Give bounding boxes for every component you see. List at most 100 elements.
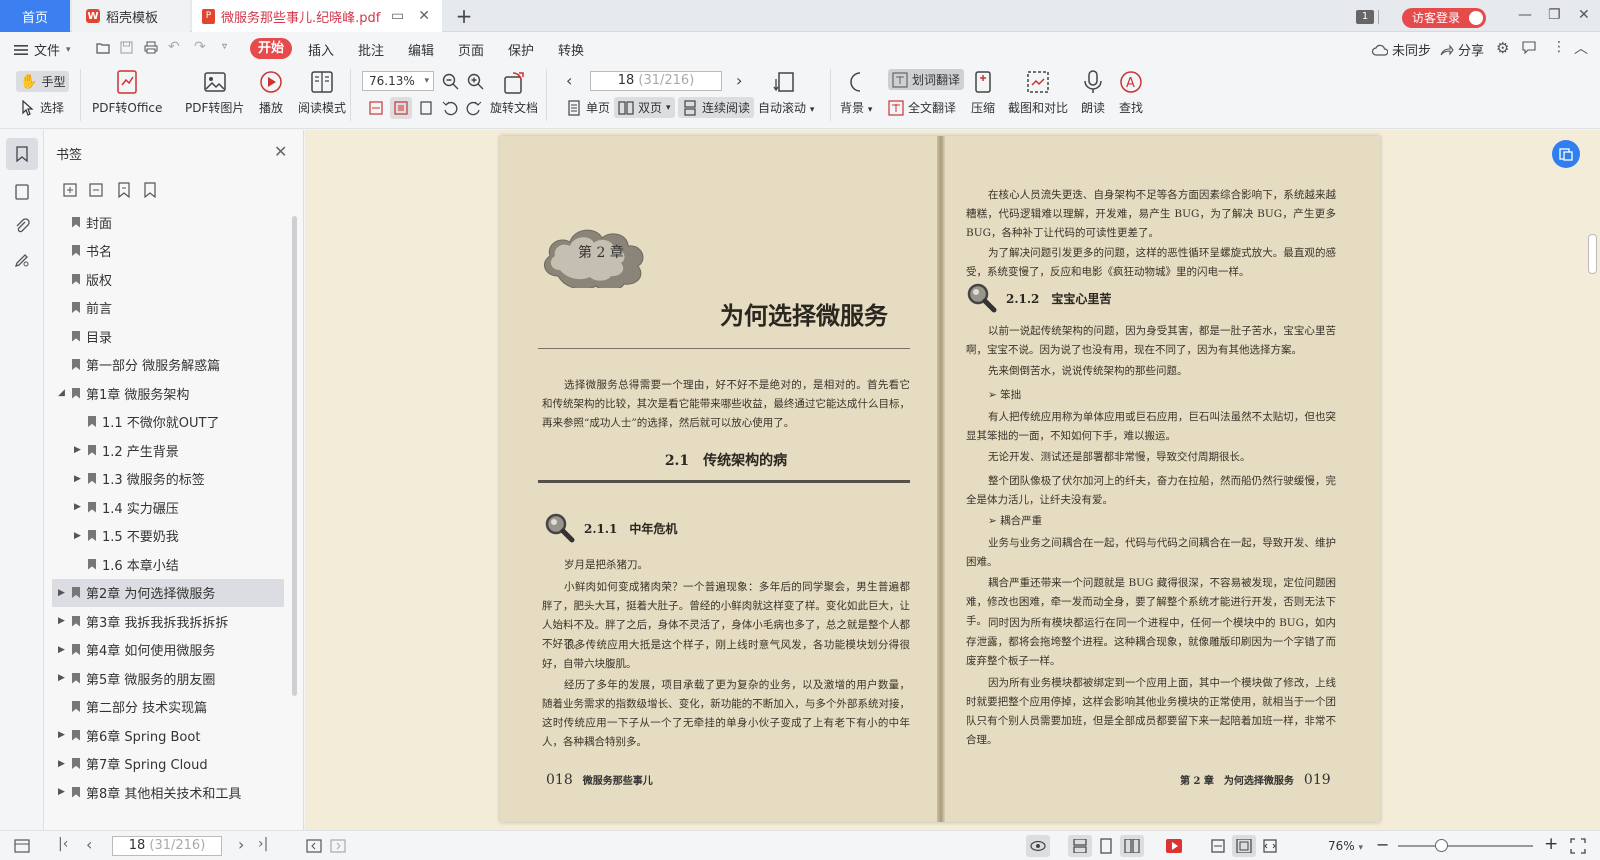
- expand-arrow-right-icon[interactable]: ▶: [74, 502, 81, 512]
- bookmark-item[interactable]: 1.6 本章小结: [52, 550, 284, 578]
- comment-icon[interactable]: [1522, 41, 1536, 54]
- expand-arrow-right-icon[interactable]: ▶: [58, 673, 65, 683]
- find-button[interactable]: A 查找: [1118, 69, 1144, 116]
- minimize-button[interactable]: —: [1518, 7, 1532, 23]
- close-window-button[interactable]: ✕: [1578, 7, 1590, 23]
- close-icon[interactable]: ✕: [274, 142, 287, 161]
- read-mode-button[interactable]: 阅读模式: [298, 69, 346, 116]
- double-page-button[interactable]: 双页 ▾: [614, 97, 675, 118]
- document-viewport[interactable]: 第 2 章 为何选择微服务 选择微服务总得需要一个理由，好不好不是绝对的，是相对…: [305, 130, 1585, 830]
- page-number-input[interactable]: 18 (31/216): [590, 71, 722, 91]
- tab-home[interactable]: 首页: [0, 0, 70, 32]
- continuous-view-button[interactable]: [1068, 835, 1092, 857]
- menu-convert[interactable]: 转换: [558, 40, 584, 59]
- zoom-level[interactable]: 76% ▾: [1328, 839, 1363, 853]
- next-view-icon[interactable]: [330, 838, 346, 854]
- redo-icon[interactable]: ↷: [194, 39, 206, 55]
- zoom-in-icon[interactable]: [467, 73, 484, 90]
- undo-icon[interactable]: ↶: [168, 39, 180, 55]
- play-button[interactable]: 播放: [258, 69, 284, 116]
- file-menu[interactable]: 文件 ▾: [14, 40, 71, 59]
- share-button[interactable]: 分享: [1440, 40, 1484, 59]
- bookmark-item[interactable]: ▶ 第8章 其他相关技术和工具: [52, 778, 284, 806]
- thumbnail-icon[interactable]: [10, 180, 34, 204]
- fit-width-icon[interactable]: [1210, 838, 1226, 854]
- bookmark-item[interactable]: ▶ 第4章 如何使用微服务: [52, 636, 284, 664]
- auto-scroll-button[interactable]: 自动滚动 ▾: [758, 69, 814, 116]
- pdf-to-office-button[interactable]: PDF转Office: [92, 69, 162, 116]
- tab-document[interactable]: P 微服务那些事儿.纪晓峰.pdf ▭ ✕: [192, 0, 442, 32]
- expand-arrow-right-icon[interactable]: ▶: [74, 531, 81, 541]
- menu-edit[interactable]: 编辑: [408, 40, 434, 59]
- expand-arrow-right-icon[interactable]: ▶: [74, 474, 81, 484]
- full-translate-button[interactable]: 全文翻译: [888, 99, 956, 116]
- bookmark-settings-icon[interactable]: [116, 182, 132, 198]
- bookmark-item[interactable]: ▶ 1.2 产生背景: [52, 436, 284, 464]
- bookmark-item[interactable]: ▶ 第5章 微服务的朋友圈: [52, 664, 284, 692]
- sync-status[interactable]: 未同步: [1372, 40, 1431, 59]
- expand-arrow-right-icon[interactable]: ▶: [58, 730, 65, 740]
- rotate-document-button[interactable]: 旋转文档: [490, 69, 538, 116]
- expand-arrow-right-icon[interactable]: ▶: [58, 616, 65, 626]
- menu-insert[interactable]: 插入: [308, 40, 334, 59]
- rotate-right-icon[interactable]: [466, 100, 482, 116]
- menu-protect[interactable]: 保护: [508, 40, 534, 59]
- collapse-ribbon-icon[interactable]: ︿: [1574, 38, 1588, 58]
- first-page-icon[interactable]: |‹: [58, 836, 68, 852]
- zoom-in-icon[interactable]: +: [1544, 834, 1558, 854]
- print-icon[interactable]: [144, 41, 158, 54]
- bookmark-item[interactable]: 1.1 不微你就OUT了: [52, 408, 284, 436]
- attachment-icon[interactable]: [10, 214, 34, 238]
- signature-icon[interactable]: [10, 248, 34, 272]
- zoom-out-icon[interactable]: −: [1376, 835, 1389, 854]
- word-translate-button[interactable]: 划词翻译: [888, 69, 965, 90]
- new-tab-button[interactable]: +: [452, 0, 476, 32]
- menu-annotate[interactable]: 批注: [358, 40, 384, 59]
- single-page-view-icon[interactable]: [1098, 838, 1114, 854]
- actual-size-icon[interactable]: [1262, 838, 1278, 854]
- expand-arrow-right-icon[interactable]: ▶: [74, 445, 81, 455]
- floating-tool-button[interactable]: [1552, 140, 1580, 168]
- expand-arrow-right-icon[interactable]: ▶: [58, 787, 65, 797]
- actual-size-icon[interactable]: [418, 100, 434, 116]
- scrollbar-thumb[interactable]: [1588, 234, 1597, 274]
- previous-page-icon[interactable]: ‹: [86, 835, 92, 854]
- add-bookmark-icon[interactable]: [62, 182, 78, 198]
- bookmark-item[interactable]: 前言: [52, 294, 284, 322]
- open-folder-icon[interactable]: [96, 41, 110, 54]
- bookmark-item[interactable]: ▶ 第2章 为何选择微服务: [52, 578, 284, 607]
- maximize-button[interactable]: ❐: [1548, 7, 1561, 23]
- bookmark-item[interactable]: ▶ 第3章 我拆我拆我拆拆拆: [52, 607, 284, 635]
- bookmark-outline-icon[interactable]: [142, 182, 158, 198]
- save-icon[interactable]: [120, 41, 133, 54]
- hand-tool-button[interactable]: ✋ 手型: [16, 71, 70, 92]
- select-tool-button[interactable]: 选择: [20, 99, 64, 116]
- double-page-view-button[interactable]: [1120, 835, 1144, 857]
- previous-view-icon[interactable]: [306, 838, 322, 854]
- gear-icon[interactable]: ⚙: [1496, 39, 1509, 57]
- tab-templates[interactable]: W 稻壳模板: [72, 0, 190, 32]
- bookmark-item[interactable]: ▶ 第6章 Spring Boot: [52, 721, 284, 749]
- zoom-select[interactable]: 76.13% ▾: [362, 71, 434, 91]
- bookmark-item[interactable]: 书名: [52, 237, 284, 265]
- expand-arrow-right-icon[interactable]: ▶: [58, 645, 65, 655]
- bookmark-item[interactable]: ▶ 1.5 不要奶我: [52, 522, 284, 550]
- fit-width-icon[interactable]: [368, 100, 384, 116]
- fit-page-button[interactable]: [390, 97, 412, 119]
- background-button[interactable]: 背景 ▾: [840, 69, 872, 116]
- screenshot-compare-button[interactable]: 截图和对比: [1008, 69, 1068, 116]
- bookmark-scrollbar[interactable]: [292, 216, 297, 696]
- expand-arrow-right-icon[interactable]: ▶: [58, 759, 65, 769]
- more-icon[interactable]: ⋮: [1552, 39, 1566, 55]
- pdf-to-image-button[interactable]: PDF转图片: [185, 69, 244, 116]
- expand-arrow-right-icon[interactable]: ▶: [58, 588, 65, 598]
- next-page-icon[interactable]: ›: [238, 835, 244, 854]
- read-aloud-button[interactable]: 朗读: [1080, 69, 1106, 116]
- bookmark-item[interactable]: 版权: [52, 265, 284, 293]
- continuous-read-button[interactable]: 连续阅读: [678, 97, 755, 118]
- bookmark-item[interactable]: ▶ 第7章 Spring Cloud: [52, 750, 284, 778]
- remove-bookmark-icon[interactable]: [88, 182, 104, 198]
- window-count-badge[interactable]: 1: [1356, 10, 1374, 24]
- bookmark-item[interactable]: ▶ 1.3 微服务的标签: [52, 465, 284, 493]
- tab-close-icon[interactable]: ✕: [418, 8, 430, 24]
